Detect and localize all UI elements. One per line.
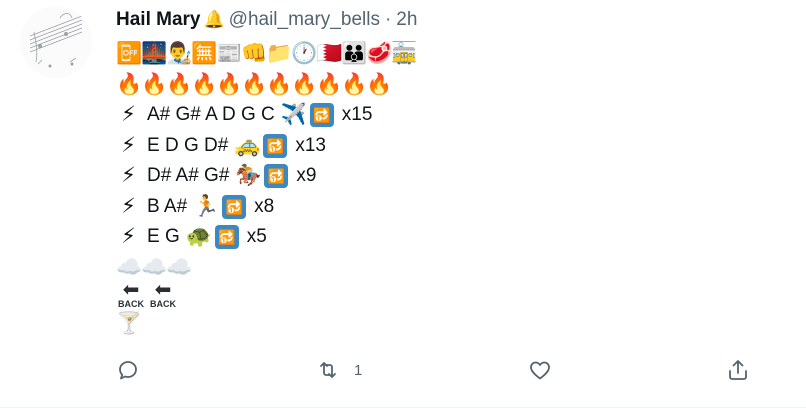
sheet-music-avatar-icon: [29, 13, 83, 68]
turtle-icon: 🐢: [185, 225, 212, 249]
repeat-once-icon: 🔂: [214, 225, 239, 250]
note-sequence: D# A# G#: [147, 165, 230, 186]
lightning-icon: ⚡: [121, 194, 136, 218]
note-sequence: A# G# A D G C: [147, 104, 275, 125]
lightning-icon: ⚡: [121, 164, 136, 188]
fire-icon: 🔥: [191, 72, 218, 96]
fire-icon: 🔥: [141, 72, 168, 96]
clock-icon: 🕐: [291, 42, 318, 66]
lightning-icon: ⚡: [121, 133, 136, 157]
free-of-charge-icon: 🈚: [191, 42, 218, 66]
fire-icon: 🔥: [291, 72, 318, 96]
family-icon: 👪: [341, 42, 368, 66]
tweet-content: Hail Mary 🔔 @hail_mary_bells · 2h 📴 🌉 👨‍…: [116, 5, 796, 340]
folder-icon: 📁: [266, 42, 293, 66]
newspaper-icon: 📰: [216, 42, 243, 66]
repeat-once-icon: 🔂: [222, 194, 247, 219]
timestamp[interactable]: 2h: [396, 9, 417, 31]
retweet-button[interactable]: 1: [316, 358, 362, 382]
repeat-once-icon: 🔂: [263, 133, 288, 158]
repeat-count: x13: [295, 134, 326, 156]
left-arrow-icon: ⬅: [122, 279, 140, 301]
repeat-once-icon: 🔂: [309, 103, 334, 128]
horse-racing-icon: 🏇: [235, 164, 262, 188]
fire-icon: 🔥: [316, 72, 343, 96]
airplane-icon: ✈️: [280, 103, 307, 127]
tweet-actions: 1: [116, 358, 756, 386]
tram-icon: 🚋: [391, 42, 418, 66]
sequence-line: ⚡ E G 🐢 🔂 x5: [116, 222, 796, 253]
sequence-line: ⚡ A# G# A D G C ✈️ 🔂 x15: [116, 100, 796, 131]
back-arrow-icon: ⬅ BACK: [116, 279, 146, 309]
fire-icon: 🔥: [116, 72, 143, 96]
drink-row: 🍸: [116, 309, 796, 340]
tweet-header: Hail Mary 🔔 @hail_mary_bells · 2h: [116, 5, 796, 35]
artist-icon: 👨‍🎨: [166, 42, 193, 66]
emoji-row: 📴 🌉 👨‍🎨 🈚 📰 👊 📁 🕐 🇧🇭 👪 🥩 🚋: [116, 39, 796, 70]
bahrain-flag-icon: 🇧🇭: [316, 42, 343, 66]
tweet[interactable]: Hail Mary 🔔 @hail_mary_bells · 2h 📴 🌉 👨‍…: [0, 0, 806, 408]
reply-icon: [119, 361, 137, 380]
reply-button[interactable]: [116, 358, 140, 382]
share-icon: [729, 360, 747, 380]
mobile-off-icon: 📴: [116, 42, 143, 66]
runner-icon: 🏃: [193, 194, 220, 218]
fire-icon: 🔥: [366, 72, 393, 96]
bridge-at-night-icon: 🌉: [141, 42, 168, 66]
cloud-row: ☁️ ☁️ ☁️: [116, 253, 796, 284]
heart-icon: [530, 361, 550, 380]
steak-icon: 🥩: [366, 42, 393, 66]
like-button[interactable]: [528, 358, 552, 382]
sequence-line: ⚡ D# A# G# 🏇 🔂 x9: [116, 161, 796, 192]
avatar[interactable]: [20, 6, 92, 78]
retweet-icon: [320, 362, 336, 378]
cocktail-glass-icon: 🍸: [116, 312, 143, 336]
repeat-count: x15: [341, 104, 373, 125]
sequence-line: ⚡ E D G D# 🚕 🔂 x13: [116, 131, 796, 162]
fire-icon: 🔥: [216, 72, 243, 96]
separator-dot: ·: [384, 9, 392, 30]
back-arrow-icon: ⬅ BACK: [148, 279, 178, 309]
repeat-count: x5: [246, 226, 267, 247]
bell-icon: 🔔: [203, 10, 225, 29]
repeat-count: x9: [296, 165, 317, 186]
lightning-icon: ⚡: [121, 225, 136, 249]
note-sequence: E G: [147, 226, 180, 247]
note-sequence: E D G D#: [147, 134, 229, 156]
repeat-once-icon: 🔂: [264, 164, 289, 189]
fire-row: 🔥 🔥 🔥 🔥 🔥 🔥 🔥 🔥 🔥 🔥 🔥: [116, 70, 796, 101]
note-sequence: B A#: [147, 195, 188, 217]
left-arrow-icon: ⬅: [154, 279, 172, 301]
lightning-icon: ⚡: [121, 103, 136, 127]
repeat-count: x8: [254, 195, 275, 217]
fire-icon: 🔥: [266, 72, 293, 96]
fist-icon: 👊: [241, 42, 268, 66]
retweet-count: 1: [354, 361, 363, 379]
tweet-text: 📴 🌉 👨‍🎨 🈚 📰 👊 📁 🕐 🇧🇭 👪 🥩 🚋 🔥 🔥 🔥 🔥 🔥: [116, 39, 796, 340]
fire-icon: 🔥: [341, 72, 368, 96]
taxi-icon: 🚕: [234, 133, 261, 157]
back-label: BACK: [150, 299, 176, 309]
user-handle[interactable]: @hail_mary_bells: [229, 9, 380, 31]
back-row: ⬅ BACK ⬅ BACK: [116, 279, 796, 309]
sequence-line: ⚡ B A# 🏃 🔂 x8: [116, 192, 796, 223]
fire-icon: 🔥: [166, 72, 193, 96]
fire-icon: 🔥: [241, 72, 268, 96]
share-button[interactable]: [726, 358, 750, 382]
back-label: BACK: [118, 299, 144, 309]
display-name[interactable]: Hail Mary: [116, 9, 200, 31]
